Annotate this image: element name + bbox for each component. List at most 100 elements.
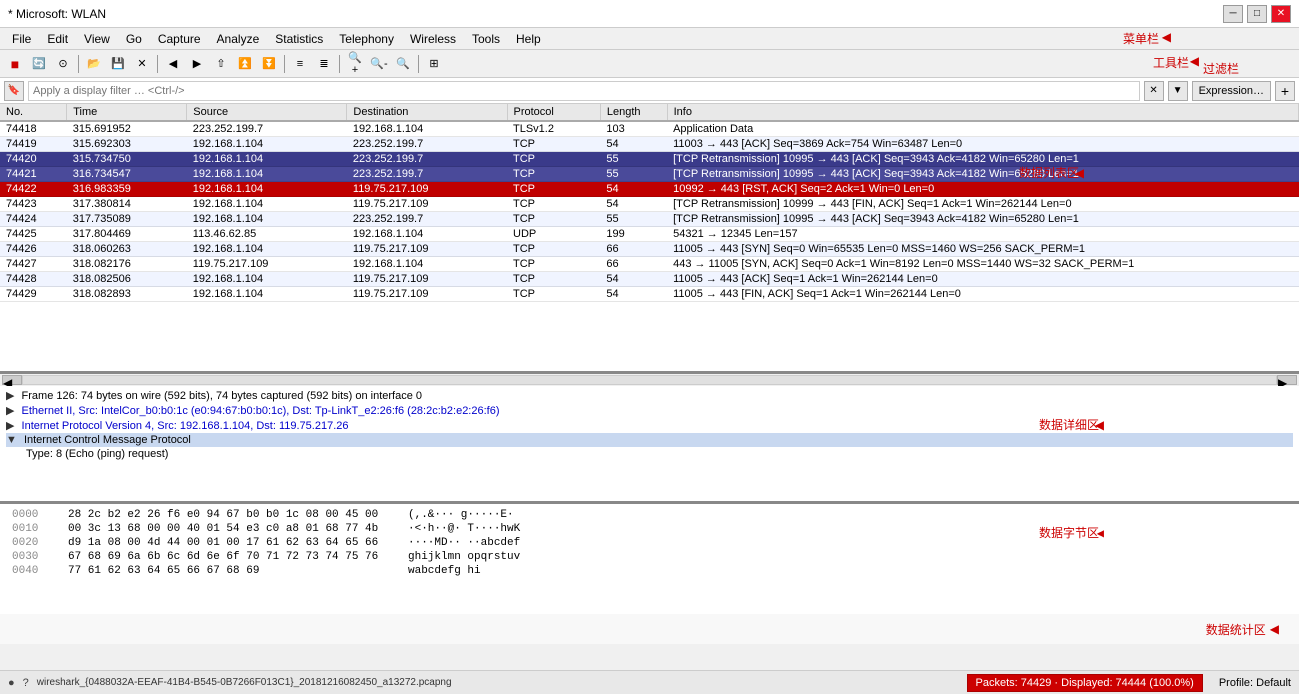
hex-annotation: 数据字节区 xyxy=(1039,524,1099,541)
table-cell: 192.168.1.104 xyxy=(187,182,347,197)
table-row[interactable]: 74423317.380814192.168.1.104119.75.217.1… xyxy=(0,197,1299,212)
hscroll-left[interactable]: ◀ xyxy=(2,375,22,385)
filter-clear-btn[interactable]: ✕ xyxy=(1144,81,1164,101)
table-cell: 103 xyxy=(600,121,667,137)
table-cell: 74427 xyxy=(0,257,67,272)
table-cell: 54 xyxy=(600,137,667,152)
table-cell: TCP xyxy=(507,272,600,287)
table-row[interactable]: 74422316.983359192.168.1.104119.75.217.1… xyxy=(0,182,1299,197)
menu-telephony[interactable]: Telephony xyxy=(331,28,402,49)
hex-offset: 0040 xyxy=(12,565,48,577)
restart-btn[interactable]: 🔄 xyxy=(28,53,50,75)
close-btn[interactable]: ✕ xyxy=(131,53,153,75)
table-cell: 223.252.199.7 xyxy=(347,152,507,167)
table-row[interactable]: 74419315.692303192.168.1.104223.252.199.… xyxy=(0,137,1299,152)
status-left: ● ? wireshark_{0488032A-EEAF-41B4-B545-0… xyxy=(8,677,452,689)
hex-arrow: ◀ xyxy=(1097,526,1104,541)
menu-file[interactable]: File xyxy=(4,28,39,49)
stop-btn[interactable]: ■ xyxy=(4,53,26,75)
table-row[interactable]: 74426318.060263192.168.1.104119.75.217.1… xyxy=(0,242,1299,257)
goto-btn[interactable]: ⇧ xyxy=(210,53,232,75)
table-cell: 316.983359 xyxy=(67,182,187,197)
hscroll-area: ◀ ▶ xyxy=(0,374,1299,386)
sep2 xyxy=(157,55,158,73)
statusbar: ● ? wireshark_{0488032A-EEAF-41B4-B545-0… xyxy=(0,670,1299,694)
menu-analyze[interactable]: Analyze xyxy=(209,28,268,49)
table-cell: 223.252.199.7 xyxy=(187,121,347,137)
title-text: * Microsoft: WLAN xyxy=(8,7,106,21)
table-cell: 223.252.199.7 xyxy=(347,212,507,227)
hex-ascii: ····MD·· ··abcdef xyxy=(408,537,520,549)
zoom-out-btn[interactable]: 🔍- xyxy=(368,53,390,75)
zoom-in-btn[interactable]: 🔍+ xyxy=(344,53,366,75)
restore-button[interactable]: □ xyxy=(1247,5,1267,23)
table-row[interactable]: 74421316.734547192.168.1.104223.252.199.… xyxy=(0,167,1299,182)
table-row[interactable]: 74420315.734750192.168.1.104223.252.199.… xyxy=(0,152,1299,167)
detail-icmp-type[interactable]: Type: 8 (Echo (ping) request) xyxy=(26,447,1293,461)
table-row[interactable]: 74425317.804469113.46.62.85192.168.1.104… xyxy=(0,227,1299,242)
expression-button[interactable]: Expression… xyxy=(1192,81,1271,101)
table-cell: 223.252.199.7 xyxy=(347,137,507,152)
hex-bytes: 28 2c b2 e2 26 f6 e0 94 67 b0 b0 1c 08 0… xyxy=(68,509,388,521)
menu-edit[interactable]: Edit xyxy=(39,28,76,49)
table-row[interactable]: 74428318.082506192.168.1.104119.75.217.1… xyxy=(0,272,1299,287)
table-cell: 119.75.217.109 xyxy=(347,287,507,302)
table-cell: 54321 → 12345 Len=157 xyxy=(667,227,1298,242)
save-btn[interactable]: 💾 xyxy=(107,53,129,75)
table-cell: TCP xyxy=(507,137,600,152)
table-row[interactable]: 74424317.735089192.168.1.104223.252.199.… xyxy=(0,212,1299,227)
table-cell: 66 xyxy=(600,242,667,257)
add-filter-button[interactable]: + xyxy=(1275,81,1295,101)
table-cell: 119.75.217.109 xyxy=(347,242,507,257)
packet-table: No. Time Source Destination Protocol Len… xyxy=(0,104,1299,302)
close-button[interactable]: ✕ xyxy=(1271,5,1291,23)
table-row[interactable]: 74418315.691952223.252.199.7192.168.1.10… xyxy=(0,121,1299,137)
menu-wireless[interactable]: Wireless xyxy=(402,28,464,49)
hex-offset: 0000 xyxy=(12,509,48,521)
menu-go[interactable]: Go xyxy=(118,28,150,49)
detail-annotation: 数据详细区 xyxy=(1039,416,1099,433)
table-cell: TCP xyxy=(507,182,600,197)
table-cell: TCP xyxy=(507,242,600,257)
menu-capture[interactable]: Capture xyxy=(150,28,209,49)
layout-btn[interactable]: ⊞ xyxy=(423,53,445,75)
minimize-button[interactable]: ─ xyxy=(1223,5,1243,23)
zoom-reset-btn[interactable]: 🔍 xyxy=(392,53,414,75)
options-btn[interactable]: ⊙ xyxy=(52,53,74,75)
last-btn[interactable]: ⏬ xyxy=(258,53,280,75)
sep1 xyxy=(78,55,79,73)
eth-text: Ethernet II, Src: IntelCor_b0:b0:1c (e0:… xyxy=(22,405,500,417)
table-cell: 119.75.217.109 xyxy=(347,182,507,197)
table-cell: 443 → 11005 [SYN, ACK] Seq=0 Ack=1 Win=8… xyxy=(667,257,1298,272)
col-dst: Destination xyxy=(347,104,507,121)
first-btn[interactable]: ⏫ xyxy=(234,53,256,75)
table-cell: 315.692303 xyxy=(67,137,187,152)
menu-help[interactable]: Help xyxy=(508,28,549,49)
hex-offset: 0010 xyxy=(12,523,48,535)
autoscroll-btn[interactable]: ≡ xyxy=(289,53,311,75)
table-cell: TCP xyxy=(507,212,600,227)
table-row[interactable]: 74427318.082176119.75.217.109192.168.1.1… xyxy=(0,257,1299,272)
sep5 xyxy=(418,55,419,73)
back-btn[interactable]: ◀ xyxy=(162,53,184,75)
filter-bookmark[interactable]: 🔖 xyxy=(4,81,24,101)
hscroll-right[interactable]: ▶ xyxy=(1277,375,1297,385)
filter-arrow-btn[interactable]: ▼ xyxy=(1168,81,1188,101)
open-btn[interactable]: 📂 xyxy=(83,53,105,75)
detail-icmp[interactable]: ▼ Internet Control Message Protocol xyxy=(6,433,1293,447)
table-cell: TCP xyxy=(507,287,600,302)
forward-btn[interactable]: ▶ xyxy=(186,53,208,75)
filter-input[interactable] xyxy=(28,81,1140,101)
detail-frame[interactable]: ▶ Frame 126: 74 bytes on wire (592 bits)… xyxy=(6,388,1293,403)
table-cell: 74422 xyxy=(0,182,67,197)
menu-statistics[interactable]: Statistics xyxy=(267,28,331,49)
menu-tools[interactable]: Tools xyxy=(464,28,508,49)
table-row[interactable]: 74429318.082893192.168.1.104119.75.217.1… xyxy=(0,287,1299,302)
colorize-btn[interactable]: ≣ xyxy=(313,53,335,75)
detail-ethernet[interactable]: ▶ Ethernet II, Src: IntelCor_b0:b0:1c (e… xyxy=(6,403,1293,418)
menu-view[interactable]: View xyxy=(76,28,118,49)
table-cell: TLSv1.2 xyxy=(507,121,600,137)
packet-stats: Packets: 74429 · Displayed: 74444 (100.0… xyxy=(967,674,1203,692)
table-cell: 119.75.217.109 xyxy=(187,257,347,272)
table-cell: 54 xyxy=(600,272,667,287)
